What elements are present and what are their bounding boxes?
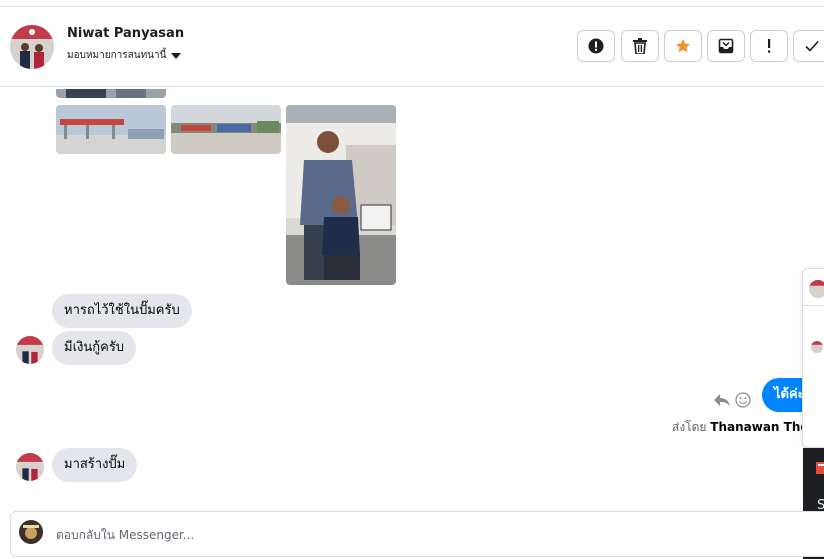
smiley-icon[interactable] [735, 392, 751, 408]
mark-important-button[interactable] [577, 30, 615, 62]
photo-father-and-son[interactable] [286, 105, 396, 285]
photo-partial-top[interactable] [56, 86, 166, 98]
assign-label: มอบหมายการสนทนานี้ [67, 50, 167, 61]
contact-avatar[interactable] [10, 25, 54, 69]
archive-button[interactable] [707, 30, 745, 62]
message-incoming[interactable]: มีเงินกู้ครับ [52, 331, 137, 365]
conversation-header: Niwat Panyasan มอบหมายการสนทนานี้ [0, 7, 824, 87]
floating-side-panel [802, 268, 824, 448]
sent-by-label: ส่งโดย Thanawan Thon [672, 418, 817, 437]
message-incoming[interactable]: หารถไว้ใช้ในปั๊มครับ [52, 294, 192, 328]
contact-name[interactable]: Niwat Panyasan [67, 26, 184, 41]
mark-done-button[interactable] [793, 30, 824, 62]
check-icon [805, 40, 819, 52]
panel-avatar-small[interactable] [811, 341, 823, 353]
sent-by-prefix: ส่งโดย [672, 420, 707, 434]
mark-spam-button[interactable] [750, 30, 788, 62]
page-avatar [19, 520, 43, 544]
assign-conversation-dropdown[interactable]: มอบหมายการสนทนานี้ [67, 48, 182, 63]
reply-composer[interactable]: ตอบกลับใน Messenger... [10, 511, 824, 557]
archive-icon [718, 38, 734, 54]
panel-divider [803, 305, 824, 306]
caret-down-icon [171, 52, 182, 59]
spam-icon [768, 39, 771, 53]
message-incoming[interactable]: มาสร้างปั๊ม [52, 448, 138, 482]
reply-input-placeholder[interactable]: ตอบกลับใน Messenger... [56, 526, 194, 545]
alert-icon [588, 38, 604, 54]
inbox-conversation-view: Niwat Panyasan มอบหมายการสนทนานี้ หารถไว… [0, 0, 824, 559]
sender-avatar[interactable] [16, 336, 44, 364]
trash-icon [633, 38, 647, 54]
reply-icon[interactable] [713, 391, 731, 409]
star-button[interactable] [664, 30, 702, 62]
flag-icon [816, 462, 824, 474]
delete-button[interactable] [621, 30, 659, 62]
star-icon [676, 39, 690, 53]
panel-avatar[interactable] [809, 280, 824, 298]
photo-gas-station-1[interactable] [56, 105, 166, 154]
photo-gas-station-2[interactable] [171, 105, 281, 154]
sender-avatar[interactable] [16, 453, 44, 481]
